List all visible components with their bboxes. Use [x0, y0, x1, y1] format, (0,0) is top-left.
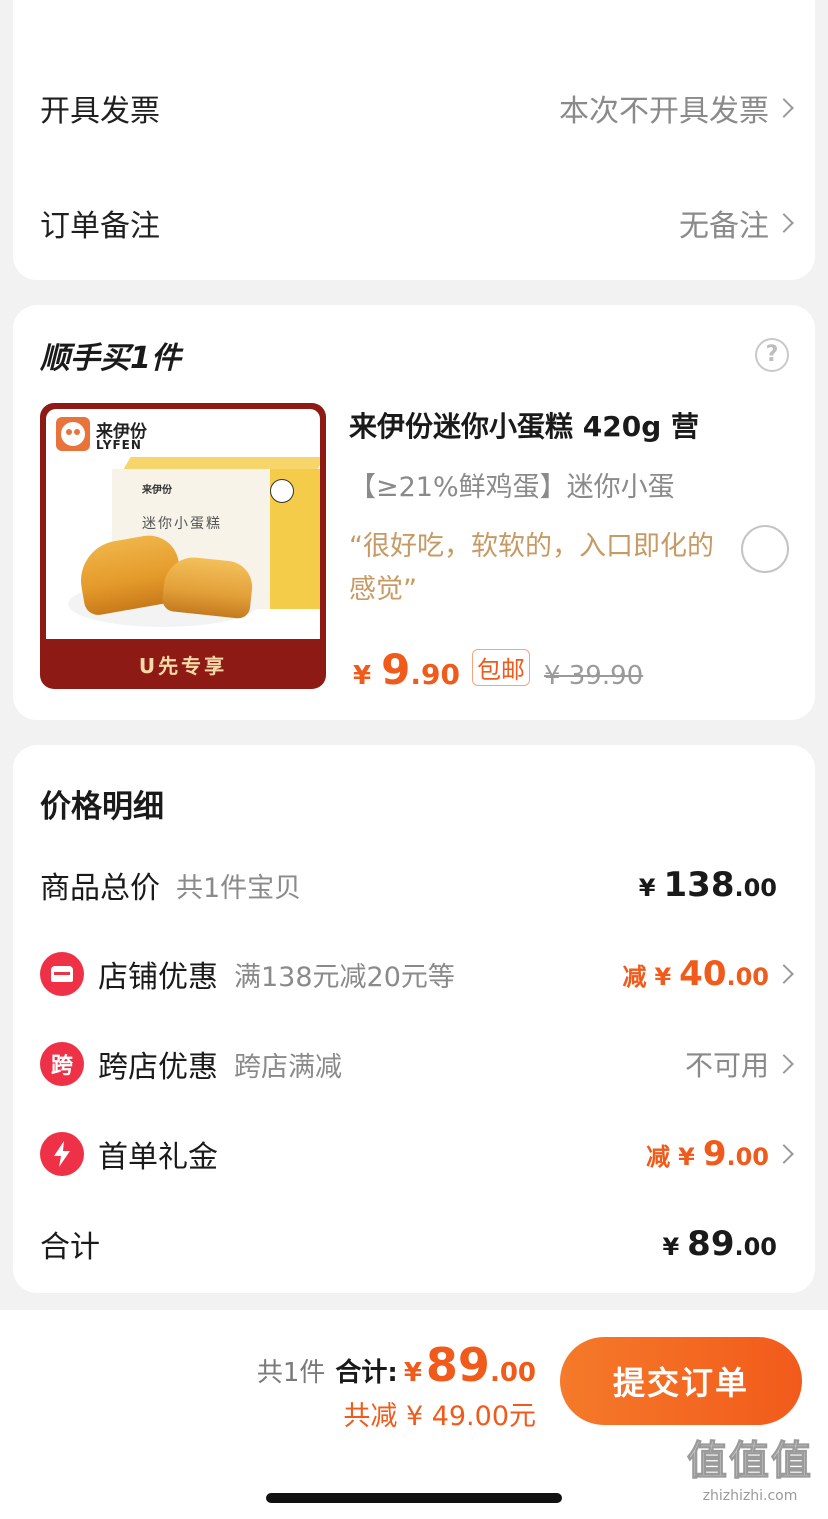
- lightning-icon: [40, 1132, 84, 1176]
- currency-symbol: ¥: [638, 874, 656, 902]
- shop-discount-label: 店铺优惠: [98, 960, 218, 995]
- total-label: 合计: [40, 1230, 100, 1265]
- shop-discount-row[interactable]: 店铺优惠 满138元减20元等 减 ¥ 40 .00: [40, 949, 794, 999]
- product-ribbon: U先专享: [138, 653, 228, 678]
- shop-discount-amount: 减 ¥ 40 .00: [622, 954, 769, 994]
- goods-count: 共1件宝贝: [176, 872, 302, 904]
- cake-shape: [161, 554, 255, 620]
- select-radio[interactable]: [741, 525, 789, 573]
- amount-decimal: .00: [726, 1143, 769, 1171]
- remark-label: 订单备注: [40, 209, 160, 244]
- amount-integer: 9: [702, 1134, 727, 1174]
- invoice-label: 开具发票: [40, 94, 160, 129]
- help-icon[interactable]: ?: [755, 338, 789, 372]
- total-integer: 89: [425, 1338, 490, 1392]
- order-options-card: 开具发票 本次不开具发票 订单备注 无备注: [13, 0, 815, 280]
- product-title[interactable]: 来伊份迷你小蛋糕 420g 营: [349, 405, 729, 445]
- first-order-amount: 减 ¥ 9 .00: [646, 1134, 769, 1174]
- goods-total-row: 商品总价 共1件宝贝 ¥ 138 .00: [40, 860, 791, 910]
- submit-order-button[interactable]: 提交订单: [560, 1337, 802, 1425]
- total-amount: ¥ 89 .00: [662, 1224, 777, 1264]
- product-price: ¥ 9 .90 包邮 ¥ 39.90: [353, 645, 643, 694]
- goods-total-amount: ¥ 138 .00: [639, 865, 777, 905]
- box-name-text: 迷你小蛋糕: [142, 516, 222, 532]
- watermark-url: zhizhizhi.com: [702, 1488, 798, 1504]
- discount-prefix: 减: [622, 963, 647, 991]
- invoice-value-text: 本次不开具发票: [559, 94, 769, 129]
- chevron-right-icon: [774, 98, 794, 118]
- amount-decimal: .00: [734, 1233, 777, 1261]
- chevron-right-icon: [774, 964, 794, 984]
- price-integer: 9: [381, 645, 411, 694]
- original-price: ¥ 39.90: [543, 661, 644, 691]
- brand-logo-icon: [56, 417, 90, 451]
- chevron-right-icon: [774, 1144, 794, 1164]
- remark-value[interactable]: 无备注: [679, 201, 794, 245]
- remark-row[interactable]: 订单备注 无备注: [40, 198, 794, 248]
- first-order-row[interactable]: 首单礼金 减 ¥ 9 .00: [40, 1129, 794, 1179]
- amount-decimal: .00: [726, 963, 769, 991]
- total-row: 合计 ¥ 89 .00: [40, 1219, 791, 1269]
- order-summary: 共1件 合计: ¥ 89 .00: [257, 1338, 536, 1392]
- currency-symbol: ¥: [654, 963, 672, 991]
- fresh-seal-icon: [270, 479, 294, 503]
- amount-integer: 40: [679, 954, 727, 994]
- chevron-right-icon: [774, 1054, 794, 1074]
- remark-value-text: 无备注: [679, 209, 769, 244]
- addon-product-card: 顺手买1件 ? 来伊份 LYFEN 来伊份 迷你小蛋糕 U先专享 来伊份迷你小蛋…: [13, 305, 815, 720]
- product-review: “很好吃，软软的，入口即化的感觉”: [349, 531, 714, 605]
- product-image-photo: 来伊份 LYFEN 来伊份 迷你小蛋糕: [46, 409, 320, 639]
- product-image[interactable]: 来伊份 LYFEN 来伊份 迷你小蛋糕 U先专享: [40, 403, 326, 689]
- amount-integer: 138: [663, 865, 735, 905]
- price-detail-title: 价格明细: [40, 789, 164, 825]
- saved-amount: 共减 ¥ 49.00元: [343, 1401, 536, 1432]
- currency-symbol: ¥: [403, 1358, 422, 1388]
- free-shipping-badge: 包邮: [471, 649, 530, 686]
- invoice-row[interactable]: 开具发票 本次不开具发票: [40, 83, 794, 133]
- cross-store-rule: 跨店满减: [234, 1051, 342, 1083]
- invoice-value[interactable]: 本次不开具发票: [559, 86, 794, 130]
- price-currency: ¥: [353, 661, 372, 691]
- cross-store-status: 不可用: [684, 1049, 769, 1082]
- product-subtitle: 【≥21%鲜鸡蛋】迷你小蛋: [349, 472, 675, 503]
- currency-symbol: ¥: [678, 1143, 695, 1171]
- currency-symbol: ¥: [662, 1233, 680, 1261]
- cross-store-label: 跨店优惠: [98, 1050, 218, 1085]
- cross-store-row[interactable]: 跨 跨店优惠 跨店满减 不可用: [40, 1039, 794, 1089]
- chevron-right-icon: [774, 213, 794, 233]
- watermark-logo: 值值值: [687, 1438, 813, 1485]
- box-brand-text: 来伊份: [142, 485, 172, 496]
- amount-integer: 89: [687, 1224, 735, 1264]
- cross-store-icon: 跨: [40, 1042, 84, 1086]
- home-indicator[interactable]: [266, 1493, 562, 1503]
- price-decimal: .90: [410, 658, 460, 691]
- total-decimal: .00: [489, 1358, 536, 1388]
- price-detail-card: 价格明细 商品总价 共1件宝贝 ¥ 138 .00 店铺优惠 满138元减20元…: [13, 745, 815, 1293]
- discount-prefix: 减: [646, 1143, 671, 1171]
- goods-total-label: 商品总价: [40, 871, 160, 906]
- total-label: 合计:: [335, 1358, 398, 1388]
- shop-icon: [40, 952, 84, 996]
- addon-title: 顺手买1件: [40, 341, 181, 376]
- item-count: 共1件: [256, 1358, 326, 1388]
- site-watermark: 值值值 zhizhizhi.com: [680, 1428, 820, 1505]
- brand-logo-text-en: LYFEN: [96, 438, 142, 452]
- first-order-label: 首单礼金: [98, 1140, 218, 1175]
- amount-decimal: .00: [734, 874, 777, 902]
- shop-discount-rule: 满138元减20元等: [234, 961, 455, 993]
